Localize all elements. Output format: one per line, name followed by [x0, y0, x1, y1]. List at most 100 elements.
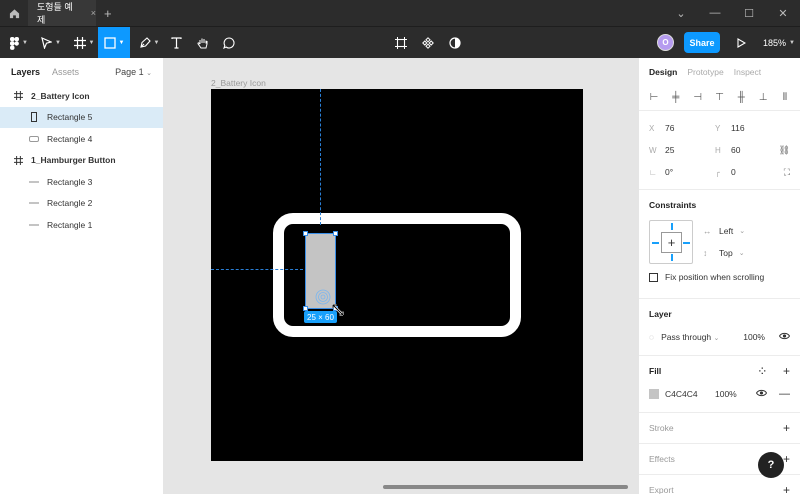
horizontal-constraint-select[interactable]: ↔ Left ⌄	[703, 220, 745, 242]
mask-tool[interactable]	[446, 27, 464, 59]
figma-logo-icon	[10, 36, 20, 50]
position-row: X 76 Y 116	[649, 117, 790, 139]
rectangle-icon	[103, 37, 116, 49]
align-vertical-center-icon[interactable]: ╫	[734, 92, 748, 103]
align-bottom-icon[interactable]: ⊥	[756, 92, 770, 103]
rectangle-icon	[28, 112, 40, 123]
frame-tool[interactable]: ▼	[70, 27, 98, 59]
main-menu-button[interactable]: ▼	[4, 27, 34, 59]
contrast-icon	[449, 37, 461, 49]
resize-handle-top-right[interactable]	[333, 231, 338, 236]
page-selector[interactable]: Page 1 ⌄	[115, 67, 152, 77]
share-button[interactable]: Share	[684, 32, 720, 53]
height-field[interactable]: H 60	[715, 145, 781, 155]
position-size-section: X 76 Y 116 W 25 H 60 ⛓ ∟ 0° ╭ 0 ⛶	[639, 111, 800, 190]
y-label: Y	[715, 123, 721, 133]
file-tab-title: 도형들 예제	[37, 2, 73, 25]
crop-icon	[395, 37, 407, 49]
plus-icon: +	[661, 232, 682, 253]
layer-item[interactable]: 1_Hamburger Button	[0, 150, 163, 172]
layer-opacity[interactable]: 100%	[743, 332, 765, 342]
layer-item[interactable]: Rectangle 2	[0, 193, 163, 215]
resize-handle-top-left[interactable]	[303, 231, 308, 236]
align-horizontal-center-icon[interactable]: ╪	[669, 92, 683, 103]
shape-tool[interactable]: ▼	[98, 27, 130, 59]
pen-tool[interactable]: ▼	[134, 27, 164, 59]
hand-icon	[197, 38, 208, 48]
add-export-icon[interactable]: +	[783, 483, 790, 494]
text-icon	[170, 37, 182, 49]
width-field[interactable]: W 25	[649, 145, 715, 155]
add-effect-icon[interactable]: +	[783, 452, 790, 466]
rotation-field[interactable]: ∟ 0°	[649, 167, 715, 177]
independent-corners-icon[interactable]: ⛶	[784, 167, 790, 178]
align-right-icon[interactable]: ⊣	[691, 92, 705, 103]
component-tool[interactable]	[419, 27, 437, 59]
constraints-body: + ↔ Left ⌄ ↕ Top ⌄	[649, 220, 790, 264]
close-tab-icon[interactable]: ×	[91, 8, 96, 18]
file-tab[interactable]: 도형들 예제 ×	[28, 0, 96, 26]
page-name: Page 1	[115, 66, 144, 77]
vertical-constraint-select[interactable]: ↕ Top ⌄	[703, 242, 745, 264]
constraint-widget[interactable]: +	[649, 220, 693, 264]
layer-name: Rectangle 2	[47, 198, 93, 209]
fill-row: C4C4C4 100% —	[649, 382, 790, 406]
layer-item[interactable]: Rectangle 1	[0, 214, 163, 236]
move-tool[interactable]: ▼	[36, 27, 66, 59]
home-icon[interactable]	[0, 0, 28, 26]
layer-item[interactable]: 2_Battery Icon	[0, 85, 163, 107]
fix-position-row[interactable]: Fix position when scrolling	[649, 264, 790, 290]
comment-tool[interactable]	[218, 27, 240, 59]
tab-design[interactable]: Design	[649, 67, 677, 77]
title-bar: 도형들 예제 × + ⌄ — ☐ ✕	[0, 0, 800, 26]
x-label: X	[649, 123, 655, 133]
add-stroke-icon[interactable]: +	[783, 421, 790, 435]
blend-mode-value: Pass through	[661, 332, 712, 342]
zoom-dropdown[interactable]: 185% ▼	[763, 27, 795, 59]
horizontal-scrollbar[interactable]	[383, 485, 628, 489]
fill-hex-value[interactable]: C4C4C4	[665, 389, 715, 399]
tab-prototype[interactable]: Prototype	[687, 67, 723, 77]
text-tool[interactable]	[166, 27, 186, 59]
canvas[interactable]: 2_Battery Icon 25 × 60	[164, 58, 638, 494]
layer-item[interactable]: Rectangle 4	[0, 128, 163, 150]
distribute-icon[interactable]: ⦀	[778, 92, 792, 103]
new-tab-button[interactable]: +	[104, 6, 112, 21]
artboard-battery-icon[interactable]: 25 × 60	[211, 89, 583, 461]
hand-tool[interactable]	[192, 27, 214, 59]
eye-icon[interactable]	[778, 332, 791, 342]
eye-icon[interactable]	[755, 389, 768, 399]
fix-position-checkbox[interactable]	[649, 272, 658, 282]
tab-layers[interactable]: Layers	[11, 67, 40, 77]
align-left-icon[interactable]: ⊢	[647, 92, 661, 103]
tab-inspect[interactable]: Inspect	[734, 67, 761, 77]
fill-color-swatch[interactable]	[649, 389, 659, 399]
style-grid-icon[interactable]: ⁘	[758, 366, 766, 377]
y-field[interactable]: Y 116	[715, 123, 781, 133]
resize-rings-icon	[315, 289, 331, 305]
minimize-button[interactable]: —	[698, 7, 732, 19]
layer-item[interactable]: Rectangle 5	[0, 106, 163, 128]
blend-mode-icon: ◌	[649, 332, 655, 342]
selected-rectangle[interactable]	[305, 233, 336, 309]
blend-mode-select[interactable]: Pass through ⌄	[661, 332, 719, 342]
user-avatar[interactable]: O	[657, 34, 674, 51]
properties-panel: Design Prototype Inspect ⊢ ╪ ⊣ ⊤ ╫ ⊥ ⦀ X…	[638, 58, 800, 494]
x-field[interactable]: X 76	[649, 123, 715, 133]
tab-assets[interactable]: Assets	[52, 67, 79, 77]
dropdown-icon[interactable]: ⌄	[664, 7, 698, 20]
constrain-proportions-icon[interactable]: ⛓	[779, 145, 790, 156]
frame-label[interactable]: 2_Battery Icon	[211, 78, 266, 88]
maximize-button[interactable]: ☐	[732, 7, 766, 20]
close-window-button[interactable]: ✕	[766, 7, 800, 20]
line-icon	[28, 223, 40, 227]
layer-item[interactable]: Rectangle 3	[0, 171, 163, 193]
remove-fill-icon[interactable]: —	[779, 388, 790, 400]
fill-opacity[interactable]: 100%	[715, 389, 737, 399]
add-fill-icon[interactable]: +	[783, 364, 790, 378]
align-top-icon[interactable]: ⊤	[712, 92, 726, 103]
present-button[interactable]	[732, 27, 750, 59]
crop-tool[interactable]	[392, 27, 410, 59]
corner-radius-field[interactable]: ╭ 0	[715, 167, 781, 177]
help-button[interactable]: ?	[758, 452, 784, 478]
